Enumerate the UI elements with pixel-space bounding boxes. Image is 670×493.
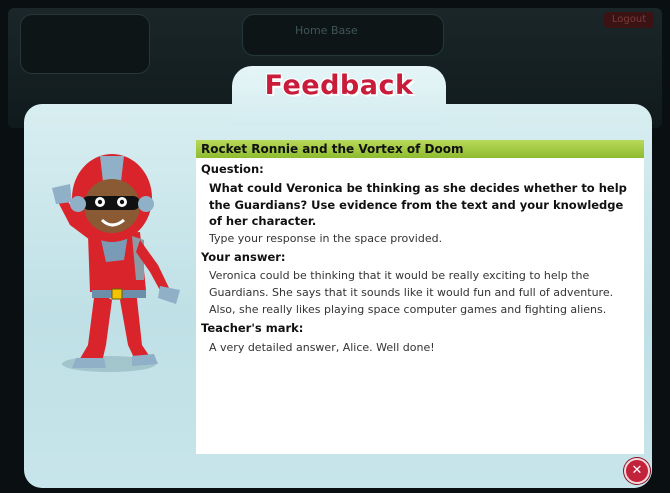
teacher-mark-text: A very detailed answer, Alice. Well done…	[209, 340, 435, 354]
answer-line: Veronica could be thinking that it would…	[209, 268, 590, 282]
book-title: Rocket Ronnie and the Vortex of Doom	[196, 140, 644, 158]
feedback-content: Rocket Ronnie and the Vortex of Doom Que…	[196, 140, 644, 454]
close-button[interactable]: ✕	[624, 458, 650, 484]
question-text: What could Veronica be thinking as she d…	[209, 181, 627, 228]
question-heading: Question:	[201, 162, 264, 176]
question-instruction: Type your response in the space provided…	[209, 231, 443, 245]
teacher-mark-heading: Teacher's mark:	[201, 320, 304, 335]
close-icon: ✕	[631, 463, 643, 478]
logout-button[interactable]: Logout	[604, 12, 654, 28]
background-home-label: Home Base	[295, 24, 358, 37]
answer-line: Also, she really likes playing space com…	[209, 302, 607, 316]
dialog-title: Feedback	[264, 70, 414, 101]
answer-heading: Your answer:	[201, 249, 286, 264]
superhero-character-illustration	[52, 154, 180, 368]
answer-line: Guardians. She says that it sounds like …	[209, 285, 614, 299]
background-avatar-panel	[20, 14, 150, 74]
